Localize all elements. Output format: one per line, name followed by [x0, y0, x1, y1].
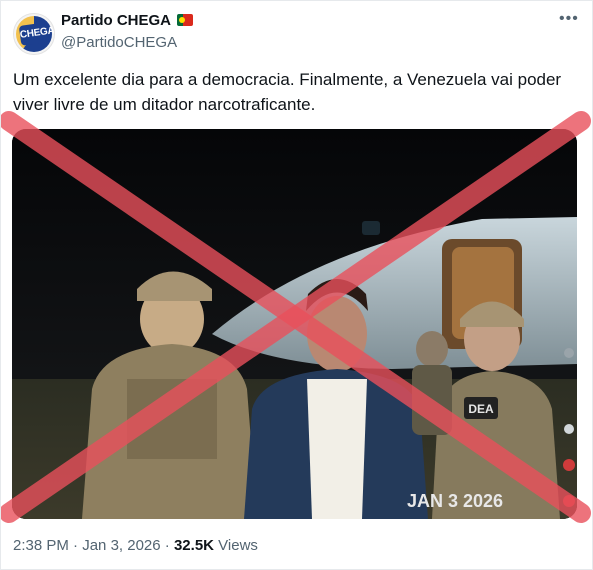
photo-illustration: DEA JAN 3 2026 [12, 129, 577, 519]
tweet-time: 2:38 PM [13, 537, 69, 554]
tweet-text: Um excelente dia para a democracia. Fina… [13, 70, 562, 114]
views-count: 32.5K [173, 537, 214, 554]
person-background [412, 331, 452, 435]
tweet-timestamp[interactable]: 2:38 PM · Jan 3, 2026 · 32.5K Views [13, 537, 258, 554]
date-stamp: JAN 3 2026 [407, 491, 503, 511]
tweet-card: CHEGA Partido CHEGA @PartidoCHEGA ••• Um… [0, 0, 593, 570]
avatar[interactable]: CHEGA [13, 13, 55, 55]
more-options-icon[interactable]: ••• [559, 10, 579, 28]
separator: · [68, 537, 83, 554]
views-label: Views [218, 537, 258, 554]
tweet-media-image[interactable]: DEA JAN 3 2026 [12, 129, 577, 519]
dea-patch: DEA [468, 402, 494, 416]
account-handle[interactable]: @PartidoCHEGA [61, 34, 177, 51]
separator: · [160, 537, 174, 554]
party-logo: CHEGA [18, 22, 54, 46]
tweet-date: Jan 3, 2026 [82, 537, 161, 554]
account-name[interactable]: Partido CHEGA [61, 12, 171, 29]
portugal-flag-icon [177, 14, 193, 26]
